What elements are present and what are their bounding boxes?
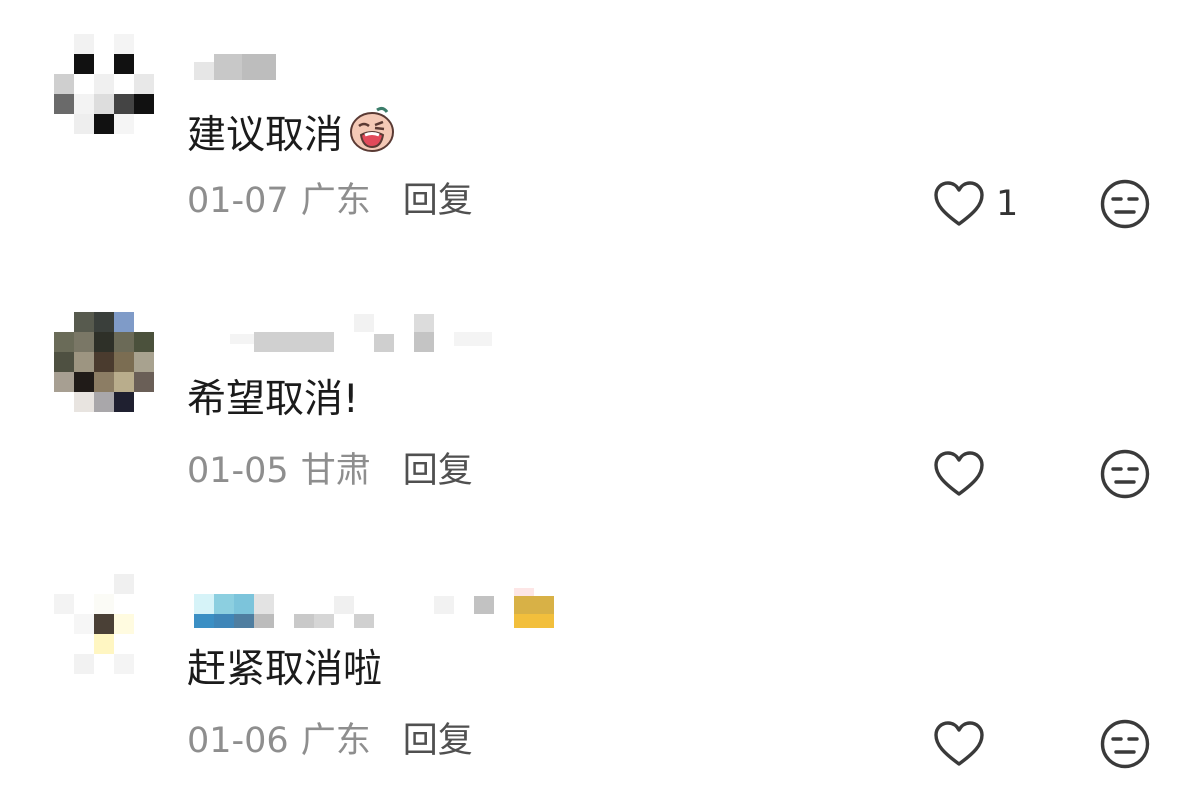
- dislike-button[interactable]: [1099, 448, 1151, 500]
- comment-text: 赶紧取消啦: [187, 644, 382, 696]
- comment-item: 赶紧取消啦 01-06 广东 回复: [0, 540, 1200, 810]
- like-button[interactable]: [932, 446, 996, 502]
- reply-button[interactable]: 回复: [403, 451, 473, 491]
- comment-text-label: 赶紧取消啦: [187, 647, 383, 692]
- meh-face-icon: [1099, 448, 1151, 500]
- like-button[interactable]: [932, 716, 996, 772]
- heart-icon: [932, 449, 986, 499]
- comment-date: 01-07: [187, 181, 289, 221]
- username-blurred[interactable]: [190, 314, 570, 354]
- comment-date: 01-05: [187, 451, 289, 491]
- meh-face-icon: [1099, 178, 1151, 230]
- username-blurred[interactable]: [190, 46, 570, 86]
- comment-meta: 01-06 广东 回复: [187, 718, 473, 764]
- reply-button[interactable]: 回复: [403, 721, 473, 761]
- username-blurred[interactable]: [190, 588, 570, 628]
- avatar[interactable]: [54, 312, 154, 412]
- comment-text-label: 建议取消: [187, 113, 344, 158]
- meh-face-icon: [1099, 718, 1151, 770]
- comment-region: 广东: [300, 721, 371, 761]
- dislike-button[interactable]: [1099, 718, 1151, 770]
- comment-date: 01-06: [187, 721, 289, 761]
- comment-item: 建议取消 01-07 广东 回复 1: [0, 0, 1200, 270]
- comment-region: 甘肃: [300, 451, 371, 491]
- heart-icon: [932, 179, 986, 229]
- avatar[interactable]: [54, 34, 154, 134]
- like-button[interactable]: 1: [932, 176, 1018, 232]
- comment-text: 希望取消!: [187, 374, 359, 426]
- comment-meta: 01-05 甘肃 回复: [187, 448, 473, 494]
- comment-region: 广东: [300, 181, 371, 221]
- comment-text-label: 希望取消!: [187, 377, 359, 422]
- avatar[interactable]: [54, 574, 154, 674]
- dislike-button[interactable]: [1099, 178, 1151, 230]
- reply-button[interactable]: 回复: [403, 181, 473, 221]
- comment-text: 建议取消: [187, 104, 397, 168]
- like-count: 1: [996, 184, 1019, 224]
- comment-meta: 01-07 广东 回复: [187, 178, 473, 224]
- crying-emoji-icon: [347, 104, 397, 168]
- heart-icon: [932, 719, 986, 769]
- comment-item: 希望取消! 01-05 甘肃 回复: [0, 270, 1200, 540]
